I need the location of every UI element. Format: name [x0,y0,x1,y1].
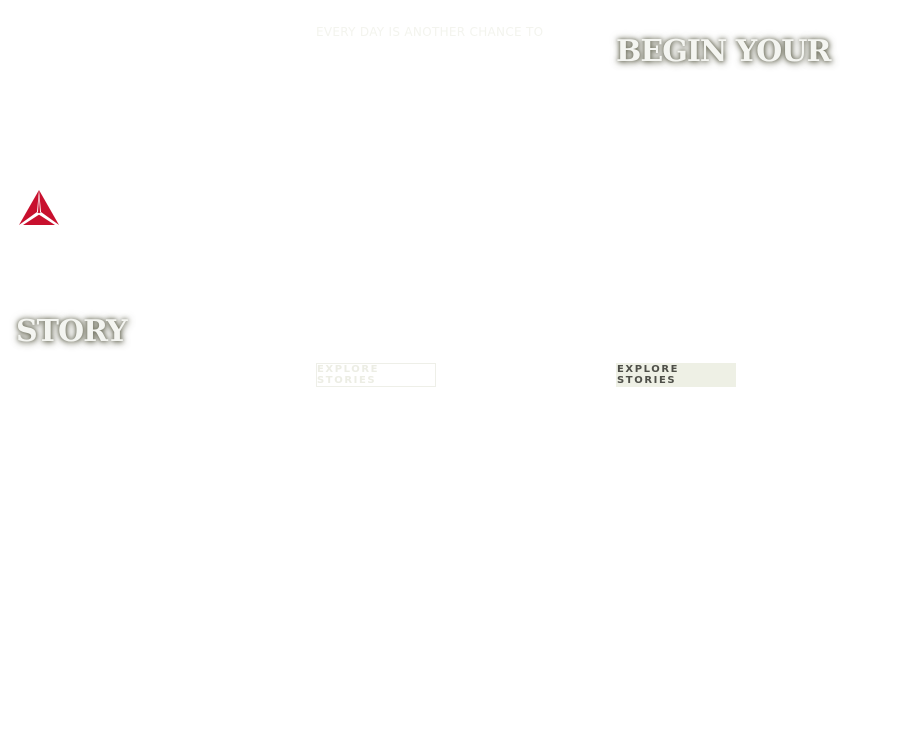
brand-logo[interactable] [18,188,60,226]
explore-stories-button-filled[interactable]: EXPLORE STORIES [616,363,736,387]
hero-tagline: EVERY DAY IS ANOTHER CHANCE TO [316,25,544,39]
hero-headline-top: BEGIN YOUR [616,34,831,69]
reebok-delta-icon [19,190,59,225]
hero-headline-bottom: STORY [16,314,128,349]
explore-stories-button[interactable]: EXPLORE STORIES [316,363,436,387]
